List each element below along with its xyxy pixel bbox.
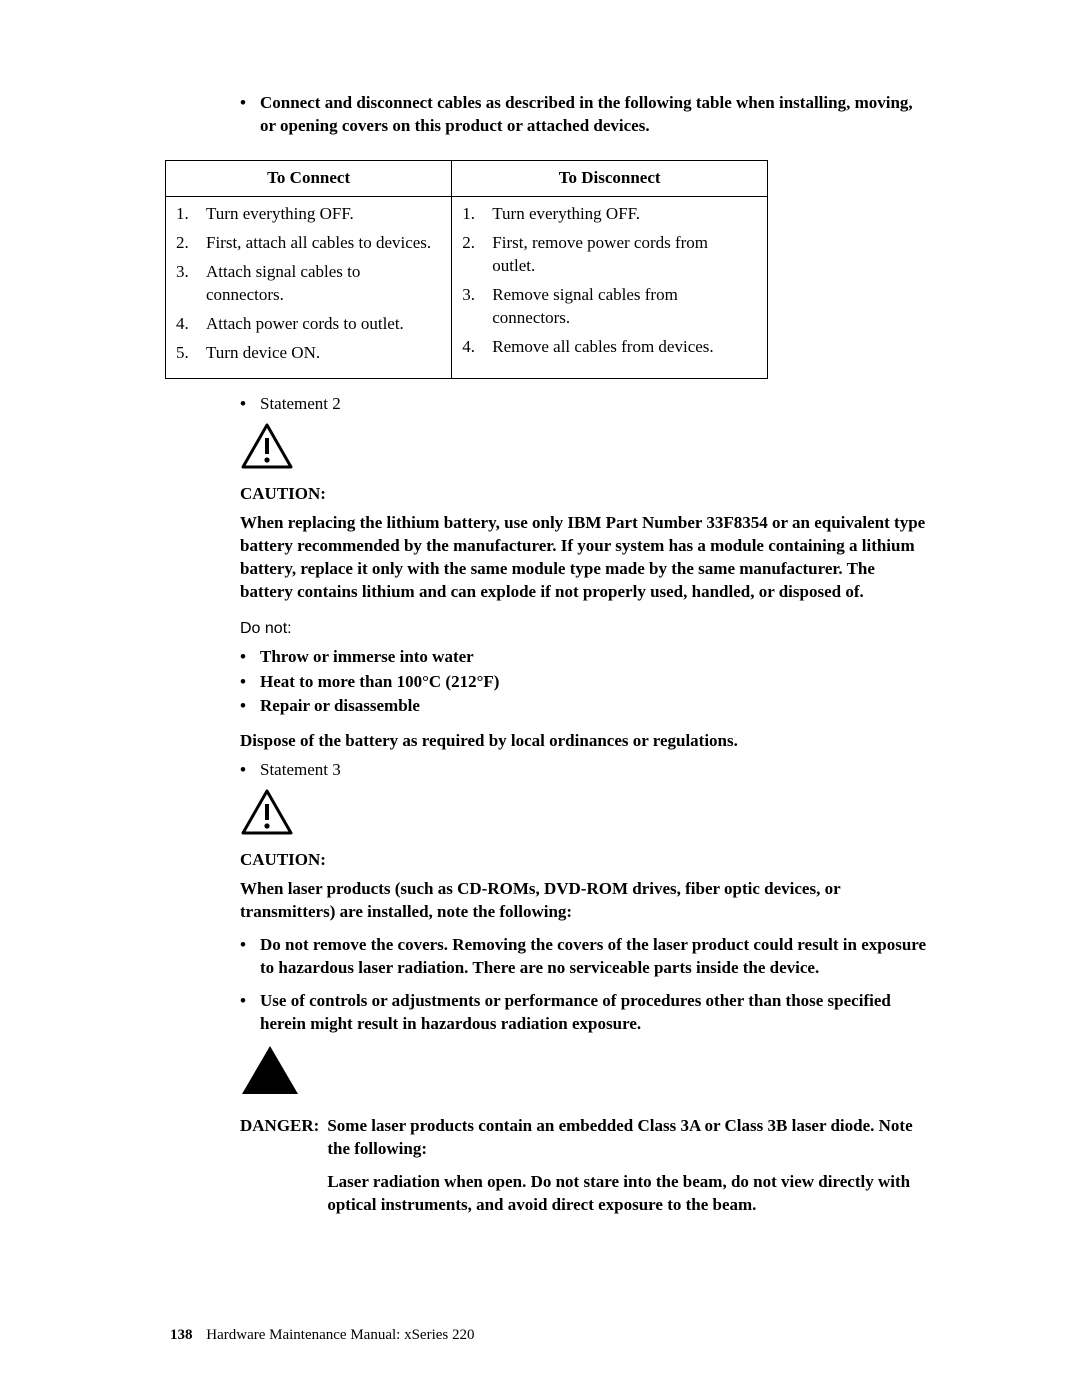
intro-text: Connect and disconnect cables as describ… (260, 92, 930, 138)
disconnect-cell: 1.Turn everything OFF. 2.First, remove p… (452, 196, 768, 379)
list-item: 2.First, remove power cords from outlet. (462, 232, 757, 284)
bullet-icon: • (240, 934, 246, 956)
bullet-icon: • (240, 759, 246, 781)
bullet-icon: • (240, 990, 246, 1012)
list-item: 4.Attach power cords to outlet. (176, 313, 441, 342)
donot-list: •Throw or immerse into water •Heat to mo… (240, 646, 930, 719)
list-item: •Do not remove the covers. Removing the … (240, 934, 930, 980)
page-number: 138 (170, 1327, 193, 1343)
col-connect-header: To Connect (166, 160, 452, 196)
list-item: •Heat to more than 100°C (212°F) (240, 671, 930, 694)
statement-3-label: Statement 3 (260, 759, 341, 782)
caution-label: CAUTION: (240, 849, 930, 872)
connect-disconnect-table: To Connect To Disconnect 1.Turn everythi… (165, 160, 768, 380)
connect-cell: 1.Turn everything OFF. 2.First, attach a… (166, 196, 452, 379)
page-footer: 138 Hardware Maintenance Manual: xSeries… (170, 1325, 475, 1345)
danger-body: Laser radiation when open. Do not stare … (327, 1171, 930, 1217)
list-item: 3.Remove signal cables from connectors. (462, 284, 757, 336)
bullet-icon: • (240, 695, 246, 717)
list-item: 4.Remove all cables from devices. (462, 336, 757, 365)
list-item: 1.Turn everything OFF. (462, 203, 757, 232)
list-item: 2.First, attach all cables to devices. (176, 232, 441, 261)
col-disconnect-header: To Disconnect (452, 160, 768, 196)
danger-label: DANGER: (240, 1115, 319, 1223)
statement-3-intro: When laser products (such as CD-ROMs, DV… (240, 878, 930, 924)
list-item: •Throw or immerse into water (240, 646, 930, 669)
donot-heading: Do not: (240, 618, 930, 640)
danger-block: DANGER: Some laser products contain an e… (240, 1115, 930, 1223)
list-item: 3.Attach signal cables to connectors. (176, 261, 441, 313)
bullet-icon: • (240, 646, 246, 668)
intro-bullet: • Connect and disconnect cables as descr… (240, 92, 930, 138)
list-item: •Use of controls or adjustments or perfo… (240, 990, 930, 1036)
intro-section: • Connect and disconnect cables as descr… (240, 92, 930, 138)
footer-title: Hardware Maintenance Manual: xSeries 220 (206, 1327, 474, 1343)
caution-label: CAUTION: (240, 483, 930, 506)
statement-2: • Statement 2 CAUTION: When replacing th… (240, 393, 930, 1222)
caution-triangle-icon (240, 788, 930, 843)
danger-head: Some laser products contain an embedded … (327, 1115, 930, 1161)
caution-triangle-icon (240, 422, 930, 477)
bullet-icon: • (240, 393, 246, 415)
dispose-text: Dispose of the battery as required by lo… (240, 730, 930, 753)
statement-2-label: Statement 2 (260, 393, 341, 416)
statement-2-body: When replacing the lithium battery, use … (240, 512, 930, 604)
bullet-icon: • (240, 671, 246, 693)
bullet-icon: • (240, 92, 246, 114)
list-item: •Repair or disassemble (240, 695, 930, 718)
document-page: • Connect and disconnect cables as descr… (170, 92, 930, 1222)
danger-triangle-icon (240, 1044, 930, 1103)
statement-3-bullets: •Do not remove the covers. Removing the … (240, 934, 930, 1036)
list-item: 5.Turn device ON. (176, 342, 441, 371)
list-item: 1.Turn everything OFF. (176, 203, 441, 232)
